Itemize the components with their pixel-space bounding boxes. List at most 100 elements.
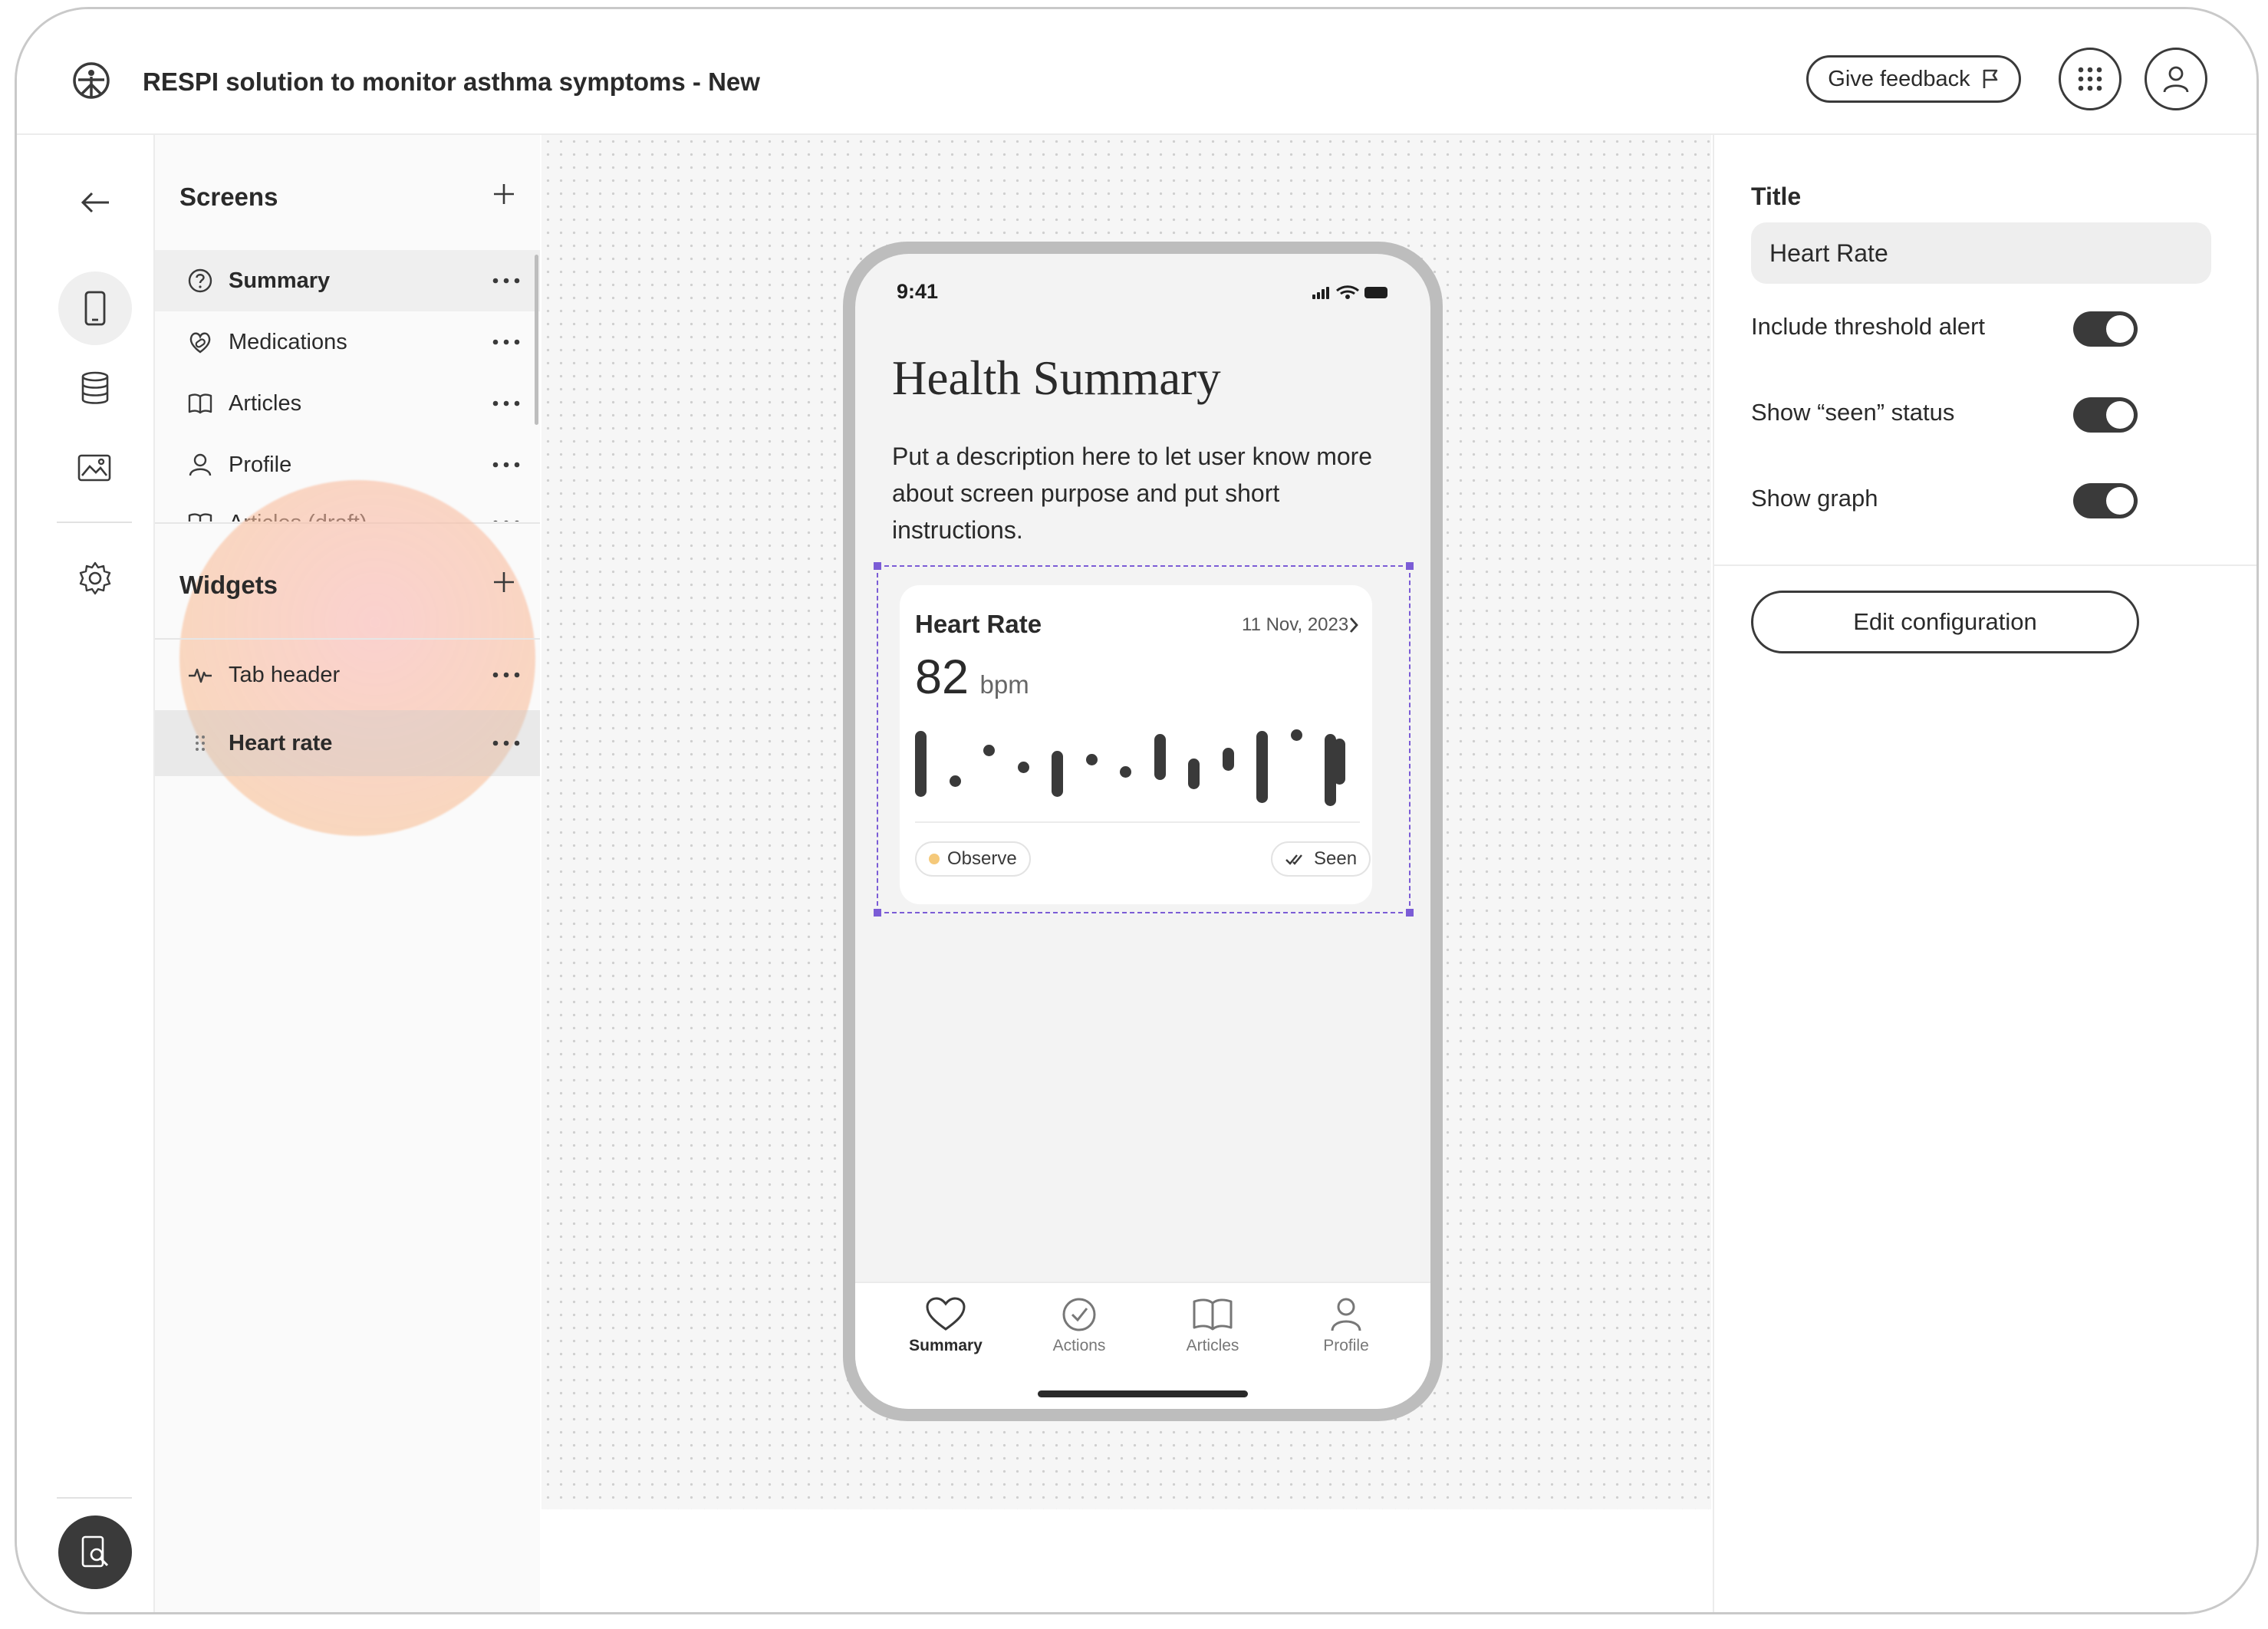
database-icon <box>81 371 109 404</box>
phone-screen: 9:41 Health Summary Put a description he… <box>855 254 1430 1409</box>
selection-handle[interactable] <box>874 909 881 917</box>
status-label: Observe <box>947 848 1017 869</box>
graph-bar <box>1223 748 1234 771</box>
gear-icon <box>79 561 111 595</box>
selection-handle[interactable] <box>1406 909 1414 917</box>
more-options-icon[interactable] <box>491 671 522 679</box>
graph-point <box>1018 762 1029 773</box>
heart-rate-value: 82 <box>915 650 969 704</box>
add-screen-button[interactable] <box>492 183 515 206</box>
preview-button[interactable] <box>58 1515 132 1589</box>
rail-data-button[interactable] <box>58 351 132 425</box>
seen-label: Seen <box>1314 848 1358 869</box>
show-graph-toggle[interactable] <box>2073 483 2138 518</box>
graph-point <box>1086 754 1098 765</box>
card-date: 11 Nov, 2023 <box>1242 614 1349 635</box>
rail-divider-bottom <box>57 1497 132 1499</box>
rail-settings-button[interactable] <box>58 541 132 615</box>
add-widget-button[interactable] <box>492 571 515 594</box>
phone-preview: 9:41 Health Summary Put a description he… <box>843 242 1443 1421</box>
toggle-label-graph: Show graph <box>1751 485 1878 512</box>
tab-label: Profile <box>1323 1337 1369 1354</box>
screen-item-label: Profile <box>229 452 292 477</box>
heart-rate-card[interactable]: Heart Rate 11 Nov, 2023 82 bpm Observe S… <box>900 585 1372 904</box>
screen-item-label: Articles <box>229 390 302 416</box>
screen-item-summary[interactable]: Summary <box>155 250 540 311</box>
phone-tab-profile[interactable]: Profile <box>1292 1297 1400 1355</box>
give-feedback-label: Give feedback <box>1828 66 1970 91</box>
phone-tab-summary[interactable]: Summary <box>892 1297 999 1355</box>
selection-handle[interactable] <box>1406 562 1414 570</box>
book-icon <box>188 393 212 414</box>
more-options-icon[interactable] <box>491 400 522 407</box>
widget-item-heart-rate[interactable]: Heart rate <box>155 710 540 776</box>
graph-point <box>1291 729 1302 741</box>
title-field-label: Title <box>1751 183 1802 210</box>
edit-configuration-button[interactable]: Edit configuration <box>1751 591 2139 653</box>
screen-item-label: Summary <box>229 268 331 293</box>
tab-label: Articles <box>1186 1337 1239 1354</box>
screens-scrollbar[interactable] <box>535 255 538 425</box>
logo-icon <box>73 62 110 99</box>
panel-divider <box>1714 564 2256 566</box>
give-feedback-button[interactable]: Give feedback <box>1806 55 2021 103</box>
graph-point <box>950 775 961 787</box>
help-circle-icon <box>188 268 212 293</box>
more-options-icon[interactable] <box>491 338 522 346</box>
screen-item-articles[interactable]: Articles <box>155 373 540 434</box>
screen-heading: Health Summary <box>892 351 1221 405</box>
apps-grid-button[interactable] <box>2059 48 2122 110</box>
rail-media-button[interactable] <box>58 431 132 505</box>
graph-bar <box>1154 734 1166 780</box>
card-title: Heart Rate <box>915 610 1042 638</box>
threshold-alert-toggle[interactable] <box>2073 311 2138 347</box>
screen-item-medications[interactable]: Medications <box>155 311 540 373</box>
phone-tab-articles[interactable]: Articles <box>1159 1297 1266 1355</box>
account-button[interactable] <box>2145 48 2207 110</box>
more-options-icon[interactable] <box>491 277 522 285</box>
toggle-knob <box>2106 315 2134 343</box>
drag-handle-icon[interactable] <box>187 730 213 756</box>
chevron-right-icon[interactable] <box>1348 616 1360 634</box>
more-options-icon[interactable] <box>491 519 522 522</box>
double-check-icon <box>1285 854 1302 865</box>
toggle-knob <box>2106 401 2134 429</box>
more-options-icon[interactable] <box>491 739 522 747</box>
title-input[interactable] <box>1751 222 2211 284</box>
screens-title: Screens <box>179 183 278 211</box>
flag-icon <box>1983 69 1997 88</box>
check-circle-icon <box>1062 1298 1096 1331</box>
rail-divider <box>57 522 132 523</box>
phone-tab-bar: Summary Actions Articles Profile <box>855 1282 1430 1409</box>
book-icon <box>188 513 212 522</box>
card-divider <box>915 821 1360 823</box>
canvas-footer <box>541 1509 1711 1612</box>
back-button[interactable] <box>58 166 132 239</box>
home-indicator <box>1038 1390 1248 1397</box>
widgets-title: Widgets <box>179 571 278 599</box>
structure-panel: Screens Summary Medications Articles Pro… <box>155 135 540 1612</box>
app-frame: RESPI solution to monitor asthma symptom… <box>15 7 2259 1614</box>
heart-rate-unit: bpm <box>979 670 1029 699</box>
status-icons <box>1312 285 1387 299</box>
pulse-icon <box>189 668 212 683</box>
more-options-icon[interactable] <box>491 461 522 469</box>
toggle-label-threshold: Include threshold alert <box>1751 313 1986 340</box>
graph-point <box>983 745 995 756</box>
widget-item-tab-header[interactable]: Tab header <box>155 644 540 706</box>
rail-screens-button[interactable] <box>58 272 132 345</box>
heart-rate-graph <box>915 722 1360 806</box>
status-observe-badge: Observe <box>915 841 1031 877</box>
status-time: 9:41 <box>897 280 939 303</box>
section-divider <box>155 638 540 640</box>
seen-status-toggle[interactable] <box>2073 397 2138 433</box>
heart-rate-reading: 82 bpm <box>915 650 1029 705</box>
graph-point <box>1120 766 1131 778</box>
phone-tab-actions[interactable]: Actions <box>1025 1297 1133 1355</box>
image-gallery-icon <box>77 454 111 482</box>
graph-bar <box>1052 751 1063 797</box>
selection-handle[interactable] <box>874 562 881 570</box>
arrow-left-icon <box>81 192 109 213</box>
widget-item-label: Tab header <box>229 662 341 687</box>
app-title: RESPI solution to monitor asthma symptom… <box>143 67 760 96</box>
